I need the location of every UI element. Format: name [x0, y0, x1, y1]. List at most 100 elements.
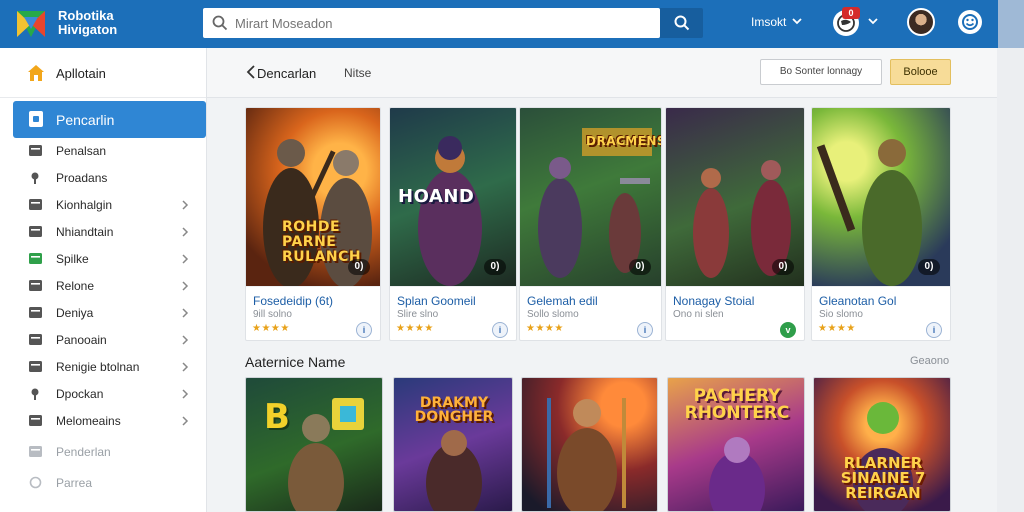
- sidebar-item[interactable]: Parrea: [0, 470, 206, 497]
- search-button[interactable]: [660, 8, 703, 38]
- game-tile[interactable]: [521, 377, 658, 512]
- star-rating: ★★★★: [818, 323, 856, 334]
- sidebar-item-label: Kionhalgin: [56, 198, 113, 212]
- game-card[interactable]: ROHDE PARNE RULANCH 0) Fosedeidip (6t) 9…: [245, 107, 381, 341]
- sidebar-item-label: Dpockan: [56, 387, 104, 401]
- back-chevron-icon[interactable]: [245, 64, 257, 80]
- brand-line-1: Robotika: [58, 8, 114, 23]
- sidebar-item-label: Proadans: [56, 171, 108, 185]
- chevron-down-icon[interactable]: [867, 15, 879, 27]
- sidebar-item-label: Nhiandtain: [56, 225, 114, 239]
- sidebar-item-label: Renigie btolnan: [56, 360, 140, 374]
- sidebar-item[interactable]: Penalsan: [0, 138, 206, 165]
- sidebar-item-label: Melomeains: [56, 414, 121, 428]
- game-subtitle: Ono ni slen: [673, 309, 724, 320]
- video-badge: 0): [348, 259, 370, 275]
- top-bar: Robotika Hivigaton Imsokt 0: [0, 0, 1024, 48]
- game-card[interactable]: HOAND 0) Splan Goomeil Slire slno ★★★★ i: [389, 107, 517, 341]
- chevron-down-icon[interactable]: [791, 15, 803, 27]
- sidebar-item[interactable]: Spilke: [0, 246, 206, 273]
- app-logo-icon[interactable]: [14, 7, 48, 41]
- sidebar-item[interactable]: Panooain: [0, 327, 206, 354]
- sidebar-item-icon: [29, 415, 42, 426]
- sidebar-item[interactable]: Renigie btolnan: [0, 354, 206, 381]
- video-badge: 0): [918, 259, 940, 275]
- home-icon: [28, 65, 44, 81]
- chevron-right-icon: [182, 308, 189, 318]
- game-title: Gelemah edil: [527, 294, 598, 308]
- sidebar-item[interactable]: Proadans: [0, 165, 206, 192]
- smiley-icon[interactable]: [958, 10, 982, 34]
- star-rating: ★★★★: [252, 323, 290, 334]
- sidebar-item[interactable]: Deniya: [0, 300, 206, 327]
- game-subtitle: Slire slno: [397, 309, 439, 320]
- star-rating: ★★★★: [396, 323, 434, 334]
- chevron-right-icon: [182, 335, 189, 345]
- chevron-right-icon: [182, 416, 189, 426]
- chevron-right-icon: [182, 200, 189, 210]
- game-art-title: HOAND: [398, 186, 475, 207]
- sidebar-item-icon: [29, 334, 42, 345]
- search-button-icon: [674, 15, 690, 31]
- chevron-right-icon: [182, 389, 189, 399]
- notification-badge: 0: [842, 7, 860, 19]
- sidebar-item[interactable]: Dpockan: [0, 381, 206, 408]
- search-input[interactable]: [235, 8, 645, 38]
- sidebar-item-icon: [29, 280, 42, 291]
- sidebar-item-label: Panooain: [56, 333, 107, 347]
- verified-badge-icon[interactable]: v: [780, 322, 796, 338]
- chevron-right-icon: [182, 254, 189, 264]
- sidebar-item-icon: [29, 446, 42, 457]
- sidebar-item[interactable]: Nhiandtain: [0, 219, 206, 246]
- game-card[interactable]: DRACMENS 0) Gelemah edil Sollo slomo ★★★…: [519, 107, 662, 341]
- chevron-right-icon: [182, 281, 189, 291]
- breadcrumb-current: Nitse: [344, 66, 372, 80]
- language-selector[interactable]: Imsokt: [751, 15, 786, 29]
- game-tile[interactable]: DRAKMY DONGHER: [393, 377, 513, 512]
- sidebar-active-label: Pencarlin: [56, 112, 115, 128]
- sidebar-item-icon: [29, 145, 42, 156]
- sidebar-item[interactable]: Penderlan: [0, 439, 206, 466]
- primary-action-button[interactable]: Bolooe: [890, 59, 951, 85]
- brand-line-2: Hivigaton: [58, 22, 118, 37]
- info-badge-icon[interactable]: i: [492, 322, 508, 338]
- sidebar-item-label: Spilke: [56, 252, 89, 266]
- video-badge: 0): [772, 259, 794, 275]
- info-badge-icon[interactable]: i: [356, 322, 372, 338]
- sidebar-item[interactable]: Melomeains: [0, 408, 206, 435]
- app-brand[interactable]: Robotika Hivigaton: [58, 9, 117, 37]
- info-badge-icon[interactable]: i: [637, 322, 653, 338]
- breadcrumb-parent[interactable]: Dencarlan: [257, 66, 316, 81]
- sidebar-home-label: Apllotain: [56, 66, 106, 81]
- avatar[interactable]: [907, 8, 935, 36]
- smiley-glyph-icon: [962, 14, 978, 30]
- sidebar-item[interactable]: Relone: [0, 273, 206, 300]
- game-title: Fosedeidip (6t): [253, 294, 334, 308]
- game-card[interactable]: 0) Gleanotan Gol Sio slomo ★★★★ i: [811, 107, 951, 341]
- game-title: Gleanotan Gol: [819, 294, 897, 308]
- game-card[interactable]: 0) Nonagay Stoial Ono ni slen v: [665, 107, 805, 341]
- info-badge-icon[interactable]: i: [926, 322, 942, 338]
- search-box: [203, 8, 660, 38]
- sidebar-item-icon: [29, 226, 42, 237]
- sidebar-item-icon: [31, 388, 39, 400]
- tile-title: RLARNER SINAINE 7 REIRGAN: [840, 454, 926, 502]
- game-title: Nonagay Stoial: [673, 294, 755, 308]
- tile-title: DRAKMY DONGHER: [414, 395, 494, 425]
- sidebar-item[interactable]: Kionhalgin: [0, 192, 206, 219]
- sidebar-item-active[interactable]: Pencarlin: [13, 101, 206, 138]
- video-badge: 0): [484, 259, 506, 275]
- game-tile[interactable]: RLARNER SINAINE 7 REIRGAN: [813, 377, 951, 512]
- sidebar-item-label: Deniya: [56, 306, 94, 320]
- section-title: Aaternice Name: [245, 354, 346, 370]
- filter-button[interactable]: Bo Sonter lonnagy: [760, 59, 882, 85]
- see-more-link[interactable]: Geaono: [910, 355, 949, 367]
- search-icon: [212, 15, 228, 31]
- game-tile[interactable]: B: [245, 377, 383, 512]
- sidebar-item-label: Relone: [56, 279, 95, 293]
- chevron-right-icon: [182, 362, 189, 372]
- sidebar-home[interactable]: Apllotain: [0, 48, 206, 98]
- game-subtitle: 9ill solno: [253, 309, 292, 320]
- game-tile[interactable]: PACHERY RHONTERC: [667, 377, 805, 512]
- sidebar-item-icon: [29, 253, 42, 264]
